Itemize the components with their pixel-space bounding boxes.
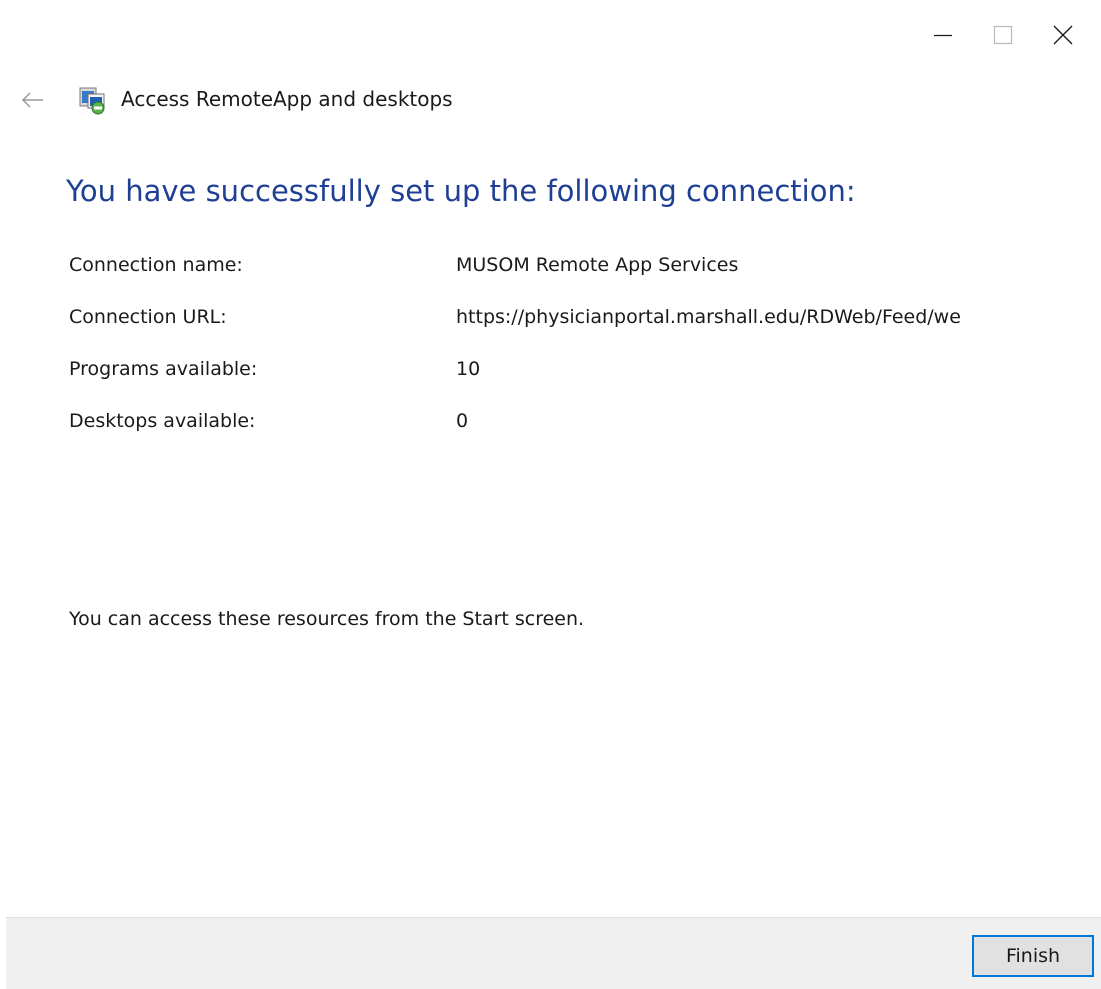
finish-button[interactable]: Finish [972, 935, 1094, 977]
detail-value: MUSOM Remote App Services [456, 254, 739, 276]
success-heading: You have successfully set up the followi… [66, 174, 856, 208]
close-button[interactable] [1033, 12, 1093, 58]
connection-details: Connection name: MUSOM Remote App Servic… [69, 250, 1079, 458]
detail-value: https://physicianportal.marshall.edu/RDW… [456, 306, 961, 328]
detail-label: Programs available: [69, 358, 258, 380]
maximize-button[interactable] [973, 12, 1033, 58]
maximize-icon [993, 25, 1013, 45]
minimize-button[interactable] [913, 12, 973, 58]
wizard-footer: Finish [6, 917, 1101, 989]
detail-row-connection-url: Connection URL: https://physicianportal.… [69, 302, 1079, 354]
detail-value: 0 [456, 410, 469, 432]
minimize-icon [934, 34, 952, 37]
detail-value: 10 [456, 358, 481, 380]
detail-row-connection-name: Connection name: MUSOM Remote App Servic… [69, 250, 1079, 302]
detail-row-desktops-available: Desktops available: 0 [69, 406, 1079, 458]
detail-label: Desktops available: [69, 410, 256, 432]
navigation-bar: Access RemoteApp and desktops [0, 78, 1101, 122]
window-title: Access RemoteApp and desktops [121, 87, 453, 111]
close-icon [1053, 25, 1073, 45]
detail-label: Connection name: [69, 254, 243, 276]
detail-label: Connection URL: [69, 306, 227, 328]
back-arrow-icon [21, 92, 43, 108]
caption-buttons [913, 12, 1093, 58]
start-screen-note: You can access these resources from the … [69, 608, 585, 630]
back-button[interactable] [16, 86, 50, 114]
detail-row-programs-available: Programs available: 10 [69, 354, 1079, 406]
remoteapp-wizard-window: Access RemoteApp and desktops You have s… [0, 0, 1101, 989]
remoteapp-icon [76, 84, 112, 116]
